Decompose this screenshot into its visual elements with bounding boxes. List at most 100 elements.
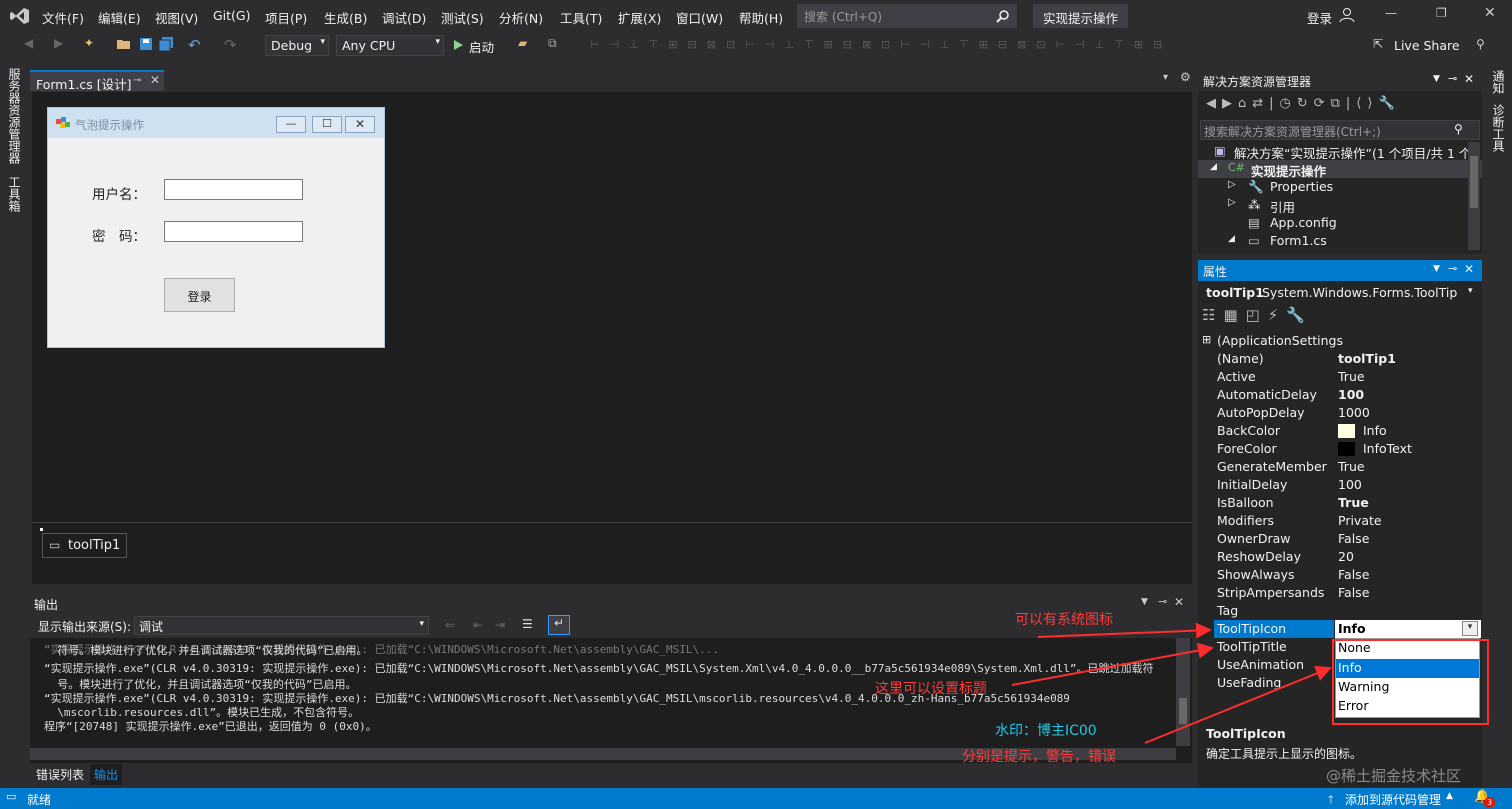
menu-view[interactable]: 视图(V) — [155, 8, 198, 27]
tree-item-app-config[interactable]: ▤ App.config — [1198, 214, 1482, 232]
dropdown-arrow-icon[interactable]: ▾ — [1462, 621, 1478, 636]
tree-item-references[interactable]: ▷ ⁂ 引用 — [1198, 196, 1482, 215]
previous-message-icon[interactable]: ⇤ — [473, 618, 483, 632]
solution-configuration-select[interactable]: Debug ▾ — [265, 35, 329, 56]
settings-gear-icon[interactable]: ⚙ — [1180, 70, 1191, 84]
search-input[interactable]: 搜索 (Ctrl+Q) — [797, 4, 1017, 28]
feedback-icon[interactable]: ⚲ — [1476, 37, 1485, 51]
form-close-icon[interactable]: ✕ — [345, 116, 375, 133]
property-row[interactable]: GenerateMember True — [1198, 458, 1482, 476]
restore-window-icon[interactable]: ❐ — [1436, 6, 1447, 20]
menu-tools[interactable]: 工具(T) — [560, 8, 602, 27]
browse-icon[interactable]: ▰ — [518, 36, 534, 52]
close-icon[interactable]: ✕ — [1464, 72, 1474, 86]
form-maximize-icon[interactable]: ☐ — [312, 116, 342, 133]
save-icon[interactable] — [138, 36, 154, 52]
tooltipicon-value-editor[interactable]: Info ▾ — [1335, 620, 1481, 638]
close-icon[interactable]: ✕ — [150, 73, 160, 87]
next-message-icon[interactable]: ⇥ — [495, 618, 505, 632]
window-position-icon[interactable]: ▼ — [1433, 74, 1440, 84]
solution-platform-select[interactable]: Any CPU ▾ — [336, 35, 444, 56]
menu-file[interactable]: 文件(F) — [42, 8, 84, 27]
tab-form1-designer[interactable]: Form1.cs [设计] ⊸ ✕ — [30, 70, 164, 92]
pin-icon[interactable]: ⊸ — [1448, 262, 1457, 275]
solution-explorer-toolbar-icons[interactable]: ◀▶⌂⇄|◷↻⟳⧉|⟨⟩🔧 — [1198, 92, 1482, 118]
account-icon[interactable] — [1339, 7, 1355, 23]
property-row[interactable]: Modifiers Private — [1198, 512, 1482, 530]
menu-edit[interactable]: 编辑(E) — [98, 8, 141, 27]
property-row-tooltipicon[interactable]: ToolTipIcon Info ▾ — [1198, 620, 1482, 638]
object-selector[interactable]: toolTip1 System.Windows.Forms.ToolTip ▾ — [1198, 283, 1482, 303]
property-row[interactable]: IsBalloon True — [1198, 494, 1482, 512]
scrollbar-thumb[interactable] — [1179, 698, 1187, 724]
menu-debug[interactable]: 调试(D) — [382, 8, 426, 27]
property-row[interactable]: InitialDelay 100 — [1198, 476, 1482, 494]
tab-error-list[interactable]: 错误列表 — [36, 766, 84, 783]
menu-build[interactable]: 生成(B) — [324, 8, 367, 27]
menu-project[interactable]: 项目(P) — [265, 8, 307, 27]
start-debugging-button[interactable]: 启动 — [452, 36, 508, 56]
server-explorer-tab[interactable]: 服务器资源管理器 — [6, 68, 23, 164]
property-row[interactable]: ReshowDelay 20 — [1198, 548, 1482, 566]
open-folder-icon[interactable] — [116, 36, 132, 52]
diagnostic-tools-tab[interactable]: 诊断工具 — [1490, 104, 1507, 152]
property-row[interactable]: AutomaticDelay 100 — [1198, 386, 1482, 404]
tree-scrollbar[interactable] — [1468, 142, 1480, 250]
pin-icon[interactable]: ⊸ — [133, 75, 141, 86]
property-row[interactable]: AutoPopDelay 1000 — [1198, 404, 1482, 422]
find-message-icon[interactable]: ⇐ — [445, 618, 455, 632]
property-row[interactable]: StripAmpersands False — [1198, 584, 1482, 602]
window-position-icon[interactable]: ▼ — [1433, 264, 1440, 274]
toolbox-tab[interactable]: 工具箱 — [6, 176, 23, 212]
property-row[interactable]: Active True — [1198, 368, 1482, 386]
property-row[interactable]: (Name) toolTip1 — [1198, 350, 1482, 368]
undo-icon[interactable]: ↶ — [188, 36, 204, 54]
property-row[interactable]: OwnerDraw False — [1198, 530, 1482, 548]
tree-item-properties[interactable]: ▷ 🔧 Properties — [1198, 178, 1482, 196]
scrollbar-thumb[interactable] — [1470, 156, 1478, 208]
password-input[interactable] — [164, 221, 303, 242]
close-icon[interactable]: ✕ — [1464, 262, 1474, 276]
redo-icon[interactable]: ↷ — [224, 36, 240, 54]
username-input[interactable] — [164, 179, 303, 200]
properties-toolbar-icons[interactable]: ☷▦◰⚡🔧 — [1202, 306, 1342, 328]
menu-help[interactable]: 帮助(H) — [739, 8, 783, 27]
navigate-back-icon[interactable]: ◀ — [24, 36, 40, 52]
close-window-icon[interactable]: ✕ — [1484, 5, 1496, 21]
add-to-source-control-button[interactable]: 添加到源代码管理 — [1345, 791, 1441, 808]
word-wrap-toggle-icon[interactable]: ↵ — [548, 615, 570, 635]
property-row[interactable]: ForeColor InfoText — [1198, 440, 1482, 458]
output-source-select[interactable]: 调试 ▾ — [134, 616, 429, 635]
property-row[interactable]: Tag — [1198, 602, 1482, 620]
solution-search-input[interactable]: 搜索解决方案资源管理器(Ctrl+;) ⚲ — [1200, 120, 1480, 140]
tree-item-solution[interactable]: ▣ 解决方案“实现提示操作”(1 个项目/共 1 个) — [1198, 142, 1482, 161]
designer-form[interactable]: 气泡提示操作 — ☐ ✕ 用户名： 密 码： 登录 — [47, 107, 385, 348]
menu-analyze[interactable]: 分析(N) — [499, 8, 543, 27]
live-share-button[interactable]: ⇱ Live Share — [1373, 37, 1463, 55]
minimize-window-icon[interactable]: — — [1385, 6, 1397, 20]
new-project-icon[interactable]: ✦ — [84, 36, 100, 52]
clear-all-icon[interactable]: ☰ — [522, 617, 533, 631]
menu-test[interactable]: 测试(S) — [441, 8, 484, 27]
save-all-icon[interactable] — [158, 36, 174, 52]
menu-git[interactable]: Git(G) — [213, 8, 251, 23]
tooltip1-component[interactable]: ▭ toolTip1 — [42, 533, 127, 558]
property-row[interactable]: ShowAlways False — [1198, 566, 1482, 584]
notifications-tab[interactable]: 通知 — [1490, 70, 1507, 94]
sign-in-link[interactable]: 登录 — [1307, 8, 1332, 27]
pin-icon[interactable]: ⊸ — [1448, 72, 1457, 85]
tab-output[interactable]: 输出 — [90, 764, 123, 785]
login-button[interactable]: 登录 — [164, 278, 235, 312]
tree-item-form1[interactable]: ◢ ▭ Form1.cs — [1198, 232, 1482, 250]
tree-item-project[interactable]: ◢ C# 实现提示操作 — [1198, 160, 1482, 179]
close-icon[interactable]: ✕ — [1174, 595, 1184, 609]
window-position-icon[interactable]: ▼ — [1141, 597, 1148, 607]
tab-overflow-icon[interactable]: ▾ — [1163, 72, 1168, 83]
property-row[interactable]: BackColor Info — [1198, 422, 1482, 440]
navigate-forward-icon[interactable]: ▶ — [54, 36, 70, 52]
menu-extensions[interactable]: 扩展(X) — [618, 8, 661, 27]
form-minimize-icon[interactable]: — — [276, 116, 306, 133]
visual-studio-logo-icon[interactable] — [10, 7, 30, 25]
property-row-application-settings[interactable]: ⊞ (ApplicationSettings — [1198, 332, 1482, 350]
browser-link-icon[interactable]: ⧉ — [548, 36, 564, 52]
